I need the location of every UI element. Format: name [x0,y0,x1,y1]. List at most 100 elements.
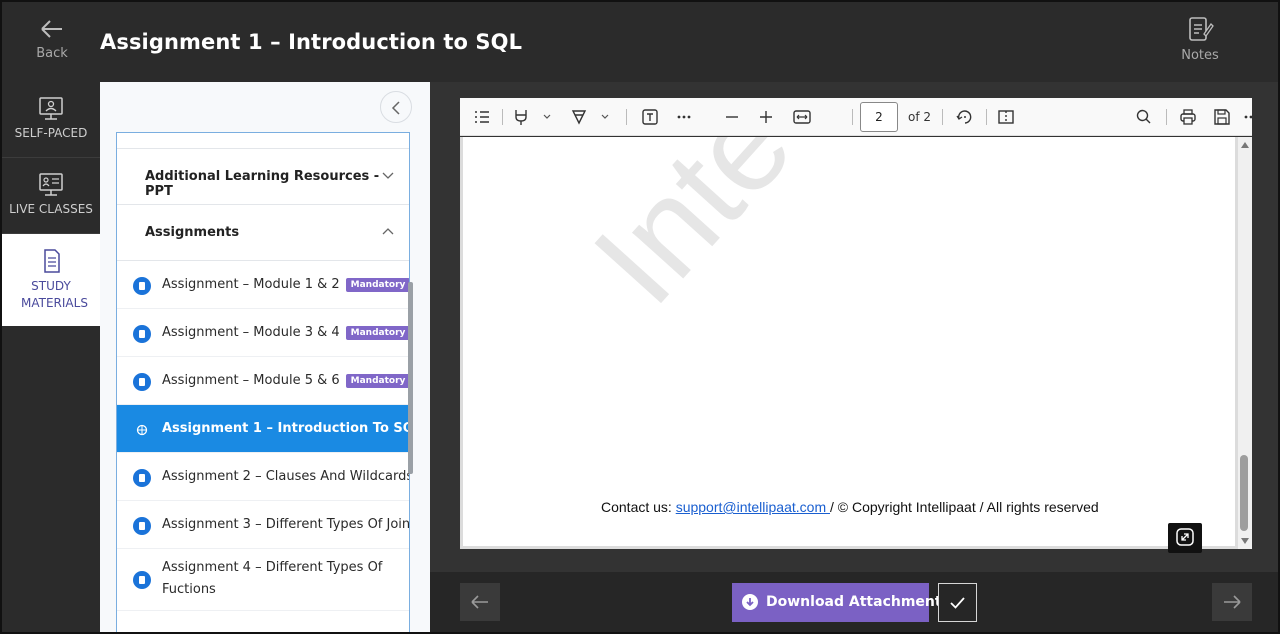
list-item[interactable]: Assignment – Module 1 & 2 Mandatory [117,261,409,309]
document-icon [133,571,151,589]
toolbar-divider [986,109,987,125]
highlight-icon[interactable] [512,107,552,127]
monitor-user-icon [37,96,65,122]
more-tools-icon[interactable] [674,107,694,127]
item-label: Assignment – Module 3 & 4 Mandatory [162,325,409,340]
item-title: Assignment – Module 3 & 4 [162,325,340,340]
print-icon[interactable] [1178,107,1198,127]
contents-icon[interactable] [472,107,492,127]
document-icon [133,277,151,295]
document-icon [133,517,151,535]
notes-label: Notes [1181,48,1219,63]
list-item-active[interactable]: Assignment 1 – Introduction To SQL [117,405,409,453]
footer-copyright: / © Copyright Intellipaat / All rights r… [830,499,1099,515]
expand-icon [1176,528,1194,546]
pdf-scroll-thumb[interactable] [1240,455,1248,531]
chevron-up-icon [381,223,395,237]
pdf-scrollbar[interactable] [1238,137,1252,549]
mandatory-badge: Mandatory [345,278,409,292]
section-title: Additional Learning Resources - PPT [145,169,380,199]
toolbar-divider [502,109,503,125]
toolbar-divider [1166,109,1167,125]
zoom-out-icon[interactable] [722,107,742,127]
action-bar: Download Attachment [430,572,1278,632]
pdf-viewer: 2 of 2 Inte Contact us: support@intellip… [430,82,1278,572]
document-icon [37,248,65,274]
mandatory-badge: Mandatory [345,326,409,340]
item-title: Assignment – Module 1 & 2 [162,277,340,292]
watermark-text: Inte [565,137,819,331]
rail-item-self-paced[interactable]: SELF-PACED [2,82,100,158]
fit-width-icon[interactable] [792,107,812,127]
globe-icon [133,421,151,439]
arrow-right-icon [1224,595,1241,609]
search-icon[interactable] [1134,107,1154,127]
toolbar-divider [852,109,853,125]
section-assignments[interactable]: Assignments [117,205,409,261]
whiteboard-icon [37,172,65,198]
collapse-panel-button[interactable] [380,91,412,123]
support-email-link[interactable]: support@intellipaat.com [676,499,830,515]
page-number-input[interactable]: 2 [860,102,898,132]
watermark-graphic: Inte [565,137,819,331]
item-title: Assignment 4 – Different Types Of Fuctio… [162,560,383,597]
course-panel: Additional Learning Resources - PPT Assi… [100,82,430,632]
mandatory-badge: Mandatory [345,374,409,388]
download-icon [742,594,758,610]
two-page-view-icon[interactable] [996,107,1016,127]
back-button[interactable]: Back [16,16,88,70]
arrow-left-icon [471,595,488,609]
list-item[interactable]: Assignment 4 – Different Types Of Fuctio… [117,549,409,611]
rail-item-study-materials[interactable]: STUDY MATERIALS [2,234,100,326]
document-icon [133,373,151,391]
chevron-left-icon [381,101,413,128]
page-title: Assignment 1 – Introduction to SQL [100,30,523,54]
panel-scrollbar[interactable] [408,282,413,474]
previous-button[interactable] [460,583,500,621]
arrow-left-icon [16,16,88,42]
checkmark-icon [950,597,965,609]
document-icon [133,325,151,343]
pdf-footer: Contact us: support@intellipaat.com / © … [601,499,1099,515]
item-label: Assignment – Module 5 & 6 Mandatory [162,373,409,388]
notes-icon [1170,17,1230,46]
section-additional-resources[interactable]: Additional Learning Resources - PPT [117,149,409,205]
download-label: Download Attachment [766,594,942,610]
toolbar-divider [942,109,943,125]
chevron-down-icon [381,167,395,181]
download-attachment-button[interactable]: Download Attachment [732,583,942,622]
section-title: Assignments [145,225,240,240]
zoom-in-icon[interactable] [756,107,776,127]
fullscreen-button[interactable] [1168,523,1202,553]
list-item[interactable]: Assignment – Module 5 & 6 Mandatory [117,357,409,405]
item-title: Assignment 2 – Clauses And Wildcards [162,469,410,484]
back-label: Back [36,46,68,61]
pdf-toolbar: 2 of 2 [460,98,1258,136]
list-item[interactable]: Assignment – Module 3 & 4 Mandatory [117,309,409,357]
rail-label: LIVE CLASSES [9,202,93,216]
draw-icon[interactable] [570,107,610,127]
list-item[interactable]: Assignment 3 – Different Types Of Joins [117,501,409,549]
list-item[interactable]: Assignment 2 – Clauses And Wildcards [117,453,409,501]
app-window: Back Assignment 1 – Introduction to SQL … [0,0,1280,634]
toolbar-divider [626,109,627,125]
left-rail: SELF-PACED LIVE CLASSES STUDY MATERIALS [2,82,100,632]
text-box-icon[interactable] [640,107,660,127]
footer-prefix: Contact us: [601,499,676,515]
rotate-icon[interactable] [954,107,974,127]
mark-complete-button[interactable] [938,583,977,622]
item-label: Assignment – Module 1 & 2 Mandatory [162,277,409,292]
item-title: Assignment – Module 5 & 6 [162,373,340,388]
content-list: Additional Learning Resources - PPT Assi… [116,132,410,632]
pdf-page: Inte Contact us: support@intellipaat.com… [460,137,1238,549]
rail-label: STUDY MATERIALS [21,279,88,310]
rail-item-live-classes[interactable]: LIVE CLASSES [2,158,100,234]
notes-button[interactable]: Notes [1170,16,1230,70]
item-title: Assignment 3 – Different Types Of Joins [162,517,410,532]
next-button[interactable] [1212,583,1252,621]
list-spacer [117,133,409,149]
document-icon [133,469,151,487]
more-options-icon[interactable] [1220,107,1262,127]
page-count: of 2 [908,110,932,124]
rail-label: SELF-PACED [14,126,88,140]
